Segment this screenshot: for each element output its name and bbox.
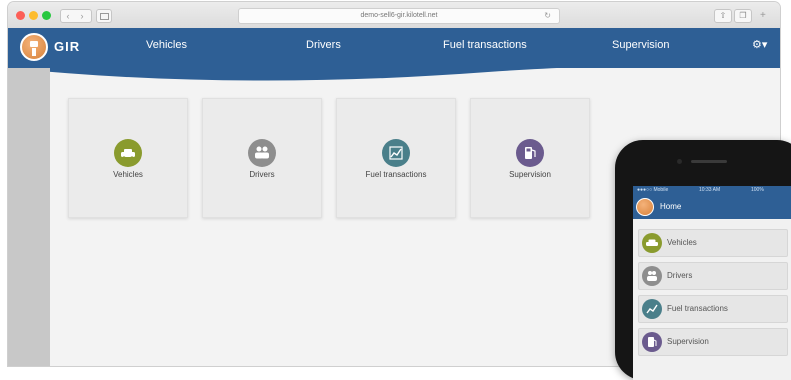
phone-item-drivers[interactable]: Drivers bbox=[638, 262, 788, 290]
url-text: demo-sell6-gir.kilotell.net bbox=[360, 12, 438, 19]
tabs-icon[interactable]: ❐ bbox=[734, 9, 752, 23]
phone-item-vehicles[interactable]: Vehicles bbox=[638, 229, 788, 257]
gir-logo-icon[interactable] bbox=[636, 198, 654, 216]
tile-fuel-transactions[interactable]: Fuel transactions bbox=[336, 98, 456, 218]
left-panel bbox=[8, 68, 50, 366]
chart-icon bbox=[382, 139, 410, 167]
back-button[interactable]: ‹ bbox=[61, 10, 75, 22]
close-window-button[interactable] bbox=[16, 11, 25, 20]
tile-label: Fuel transactions bbox=[365, 170, 427, 179]
nav-vehicles[interactable]: Vehicles bbox=[146, 39, 187, 51]
phone-speaker bbox=[691, 160, 727, 163]
phone-camera bbox=[677, 159, 682, 164]
browser-toolbar: ‹ › demo-sell6-gir.kilotell.net ↻ ⇧ ❐ + bbox=[8, 2, 780, 29]
nav-supervision[interactable]: Supervision bbox=[612, 39, 669, 51]
tile-label: Drivers bbox=[249, 170, 275, 179]
app-logo-text[interactable]: GIR bbox=[54, 39, 80, 54]
nav-drivers[interactable]: Drivers bbox=[306, 39, 341, 51]
people-icon bbox=[642, 266, 662, 286]
new-tab-icon[interactable]: + bbox=[760, 10, 766, 21]
phone-item-label: Fuel transactions bbox=[667, 304, 728, 313]
fuel-pump-icon bbox=[516, 139, 544, 167]
battery-text: 100% bbox=[751, 187, 764, 193]
phone-screen: ●●●○○ Mobile 10:33 AM 100% Home Vehicles… bbox=[633, 186, 791, 380]
chart-icon bbox=[642, 299, 662, 319]
carrier-text: ●●●○○ Mobile bbox=[637, 187, 669, 193]
tile-supervision[interactable]: Supervision bbox=[470, 98, 590, 218]
phone-item-supervision[interactable]: Supervision bbox=[638, 328, 788, 356]
phone-item-label: Drivers bbox=[667, 271, 693, 280]
people-icon bbox=[248, 139, 276, 167]
phone-status-bar: ●●●○○ Mobile 10:33 AM 100% bbox=[633, 186, 791, 195]
phone-item-label: Supervision bbox=[667, 337, 709, 346]
share-icon[interactable]: ⇧ bbox=[714, 9, 732, 23]
car-icon bbox=[114, 139, 142, 167]
settings-gear-icon[interactable]: ⚙▾ bbox=[752, 38, 767, 51]
minimize-window-button[interactable] bbox=[29, 11, 38, 20]
maximize-window-button[interactable] bbox=[42, 11, 51, 20]
nav-fuel-transactions[interactable]: Fuel transactions bbox=[443, 39, 527, 51]
header-wave-decoration bbox=[8, 54, 780, 81]
tile-label: Vehicles bbox=[113, 170, 143, 179]
tile-vehicles[interactable]: Vehicles bbox=[68, 98, 188, 218]
phone-title: Home bbox=[660, 202, 682, 211]
time-text: 10:33 AM bbox=[699, 187, 721, 193]
tile-drivers[interactable]: Drivers bbox=[202, 98, 322, 218]
url-bar[interactable]: demo-sell6-gir.kilotell.net ↻ bbox=[238, 8, 560, 24]
car-icon bbox=[642, 233, 662, 253]
fuel-pump-icon bbox=[642, 332, 662, 352]
gir-logo-icon[interactable] bbox=[20, 33, 48, 61]
tile-label: Supervision bbox=[509, 170, 551, 179]
phone-app-bar: Home bbox=[633, 195, 791, 219]
phone-item-fuel-transactions[interactable]: Fuel transactions bbox=[638, 295, 788, 323]
reload-icon[interactable]: ↻ bbox=[544, 9, 551, 23]
browser-nav-buttons: ‹ › bbox=[60, 9, 92, 23]
forward-button[interactable]: › bbox=[75, 10, 89, 22]
sidebar-toggle-icon[interactable] bbox=[96, 9, 112, 23]
phone-mockup: ●●●○○ Mobile 10:33 AM 100% Home Vehicles… bbox=[615, 140, 791, 380]
phone-item-label: Vehicles bbox=[667, 238, 697, 247]
